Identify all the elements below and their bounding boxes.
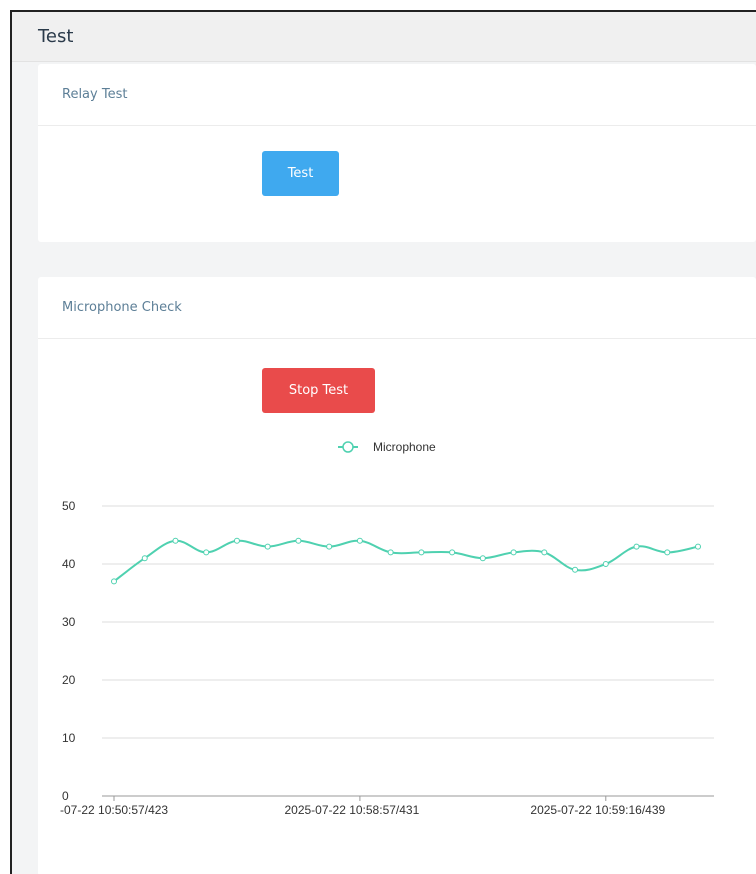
series-point xyxy=(326,543,333,550)
series-point xyxy=(356,537,363,544)
legend-series-marker xyxy=(342,441,354,453)
y-axis-ticks: 0 10 20 30 40 50 xyxy=(62,499,76,803)
page-header: Test xyxy=(12,12,756,62)
series-point xyxy=(203,549,210,556)
series-point xyxy=(233,537,240,544)
series-point xyxy=(264,543,271,550)
page-title: Test xyxy=(38,26,74,47)
series-point xyxy=(387,549,394,556)
y-tick-label: 40 xyxy=(62,557,76,571)
relay-test-card: Relay Test Test xyxy=(38,64,756,242)
legend: Microphone xyxy=(338,440,436,454)
y-tick-label: 50 xyxy=(62,499,76,513)
y-tick-label: 30 xyxy=(62,615,76,629)
series-point xyxy=(418,549,425,556)
series-point xyxy=(695,543,701,550)
relay-card-header: Relay Test xyxy=(38,64,756,126)
microphone-line-chart: Microphone 0 10 20 30 40 50 -07-22 10:50:57/4… xyxy=(60,440,714,817)
x-tick-label: 2025-07-22 10:59:16/439 xyxy=(530,803,665,817)
app-frame: Test Relay Test Test Microphone Check St… xyxy=(10,10,756,874)
y-tick-label: 10 xyxy=(62,731,76,745)
series-point xyxy=(602,561,609,567)
series-point xyxy=(295,537,302,544)
microphone-check-card: Microphone Check Stop Test Microphone 01… xyxy=(38,277,756,874)
series-point xyxy=(449,549,456,556)
series-point xyxy=(141,555,148,562)
relay-card-title: Relay Test xyxy=(62,87,128,102)
series-point xyxy=(172,537,179,544)
series-point xyxy=(111,578,117,585)
y-tick-label: 20 xyxy=(62,673,76,687)
chart-grid xyxy=(102,505,714,797)
series-point xyxy=(633,543,640,550)
relay-test-button[interactable]: Test xyxy=(262,151,339,196)
x-axis-ticks: -07-22 10:50:57/423 2025-07-22 10:58:57/4… xyxy=(60,796,666,817)
y-tick-label: 0 xyxy=(62,789,69,803)
legend-series-label: Microphone xyxy=(373,440,436,454)
series-point xyxy=(541,549,548,556)
series-point xyxy=(510,549,517,556)
x-tick-label: 2025-07-22 10:58:57/431 xyxy=(284,803,419,817)
series-microphone-line xyxy=(113,539,699,583)
x-tick-label: -07-22 10:50:57/423 xyxy=(60,803,168,817)
series-point xyxy=(479,555,486,562)
series-point xyxy=(572,566,579,573)
series-point xyxy=(664,549,671,556)
